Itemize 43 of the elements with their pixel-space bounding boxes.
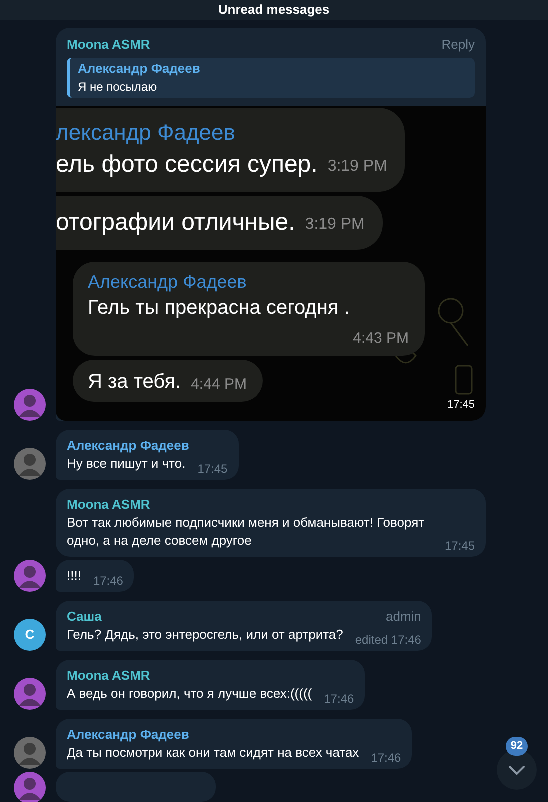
message-text: Вот так любимые подписчики меня и обманывают! Говорят одно, а на деле совсем другое xyxy=(67,514,426,550)
message-time: 4:43 PM xyxy=(353,328,409,348)
unread-count-badge: 92 xyxy=(506,737,528,756)
reply-author: Александр Фадеев xyxy=(78,60,202,78)
sender-name[interactable]: Александр Фадеев xyxy=(67,726,190,744)
message-time: 17:45 xyxy=(444,538,475,554)
avatar[interactable] xyxy=(14,388,46,420)
image-time: 17:45 xyxy=(447,398,475,413)
sender-name[interactable]: Александр Фадеев xyxy=(67,436,190,454)
sender-name: лександр Фадеев xyxy=(56,118,236,147)
message-time: edited 17:46 xyxy=(355,632,422,648)
message-time: 17:46 xyxy=(93,572,124,590)
message-time: 17:46 xyxy=(324,690,354,708)
message-text: Гель ты прекрасна сегодня . xyxy=(88,296,350,318)
avatar[interactable] xyxy=(14,736,46,768)
message-time: 3:19 PM xyxy=(328,156,388,176)
avatar[interactable] xyxy=(14,448,46,480)
message-text: Ну все пишут и что. xyxy=(67,454,186,472)
sender-name: Александр Фадеев xyxy=(88,270,248,294)
unread-title: Unread messages xyxy=(218,1,330,19)
message-time: 4:44 PM xyxy=(191,374,247,394)
message-time: 17:45 xyxy=(198,460,228,478)
scroll-down-button[interactable] xyxy=(497,750,537,790)
sender-name[interactable]: Moona ASMR xyxy=(67,666,150,684)
reply-preview[interactable]: Александр Фадеев Я не посылаю xyxy=(67,58,475,98)
message-text: Я за тебя. xyxy=(88,370,182,392)
reply-text: Я не посылаю xyxy=(78,78,158,96)
message-text: ель фото сессия супер. xyxy=(56,150,318,178)
message-text: отографии отличные. xyxy=(56,208,296,236)
message-text: Да ты посмотри как они там сидят на всех чатах xyxy=(67,744,360,762)
sender-name[interactable]: Moona ASMR xyxy=(67,36,150,54)
avatar[interactable] xyxy=(14,678,46,710)
message-time: 3:19 PM xyxy=(305,214,365,234)
avatar[interactable] xyxy=(14,772,46,802)
message-text: Гель? Дядь, это энтеросгель, или от артрита? xyxy=(67,626,344,644)
message-time: 17:46 xyxy=(371,750,402,766)
message-text: А ведь он говорил, что я лучше всех:((((( xyxy=(67,684,312,702)
sender-name[interactable]: Moona ASMR xyxy=(67,496,150,514)
header-label: admin xyxy=(386,608,422,626)
message-text: !!!! xyxy=(67,566,82,584)
header-label: Reply xyxy=(442,36,475,54)
sender-name[interactable]: Саша xyxy=(67,608,102,626)
avatar[interactable] xyxy=(14,560,46,592)
